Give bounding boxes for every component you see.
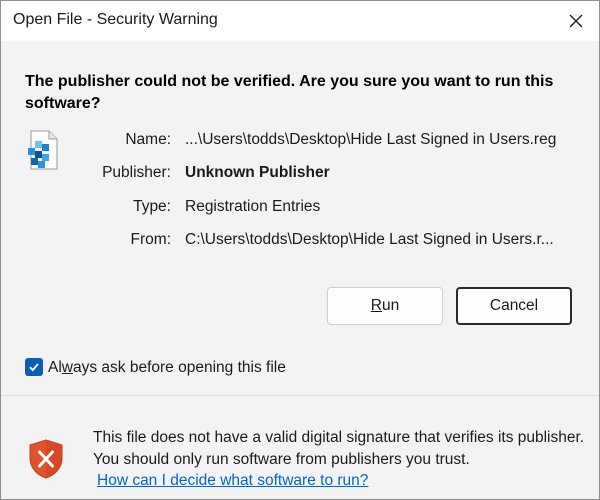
cancel-button[interactable]: Cancel xyxy=(456,287,572,325)
warning-text: This file does not have a valid digital … xyxy=(93,429,585,468)
close-icon xyxy=(569,14,583,28)
title-bar: Open File - Security Warning xyxy=(1,1,599,41)
publisher-value: Unknown Publisher xyxy=(185,164,330,181)
checkmark-icon xyxy=(29,363,39,372)
always-ask-label-pre: Al xyxy=(48,359,62,376)
always-ask-label[interactable]: Always ask before opening this file xyxy=(48,359,286,377)
publisher-question: The publisher could not be verified. Are… xyxy=(25,73,554,112)
type-value: Registration Entries xyxy=(185,198,321,215)
name-label: Name: xyxy=(125,131,171,148)
security-shield-warning-icon xyxy=(29,439,63,479)
help-link[interactable]: How can I decide what software to run? xyxy=(97,472,368,490)
close-button[interactable] xyxy=(553,1,599,41)
always-ask-accelerator: w xyxy=(61,359,73,376)
from-label: From: xyxy=(130,231,171,248)
run-button[interactable]: Run xyxy=(327,287,443,325)
dialog-body: The publisher could not be verified. Are… xyxy=(1,41,599,395)
always-ask-label-post: ays ask before opening this file xyxy=(73,359,286,376)
security-warning-dialog: Open File - Security Warning The publish… xyxy=(0,0,600,500)
type-label: Type: xyxy=(133,198,171,215)
run-accelerator: R xyxy=(370,297,382,314)
run-label-post: un xyxy=(381,297,400,314)
always-ask-checkbox[interactable] xyxy=(25,358,43,376)
warning-footer: This file does not have a valid digital … xyxy=(1,396,599,499)
name-value: ...\Users\todds\Desktop\Hide Last Signed… xyxy=(185,131,557,148)
publisher-label: Publisher: xyxy=(102,164,171,181)
from-value: C:\Users\todds\Desktop\Hide Last Signed … xyxy=(185,231,554,248)
window-title: Open File - Security Warning xyxy=(13,11,218,28)
